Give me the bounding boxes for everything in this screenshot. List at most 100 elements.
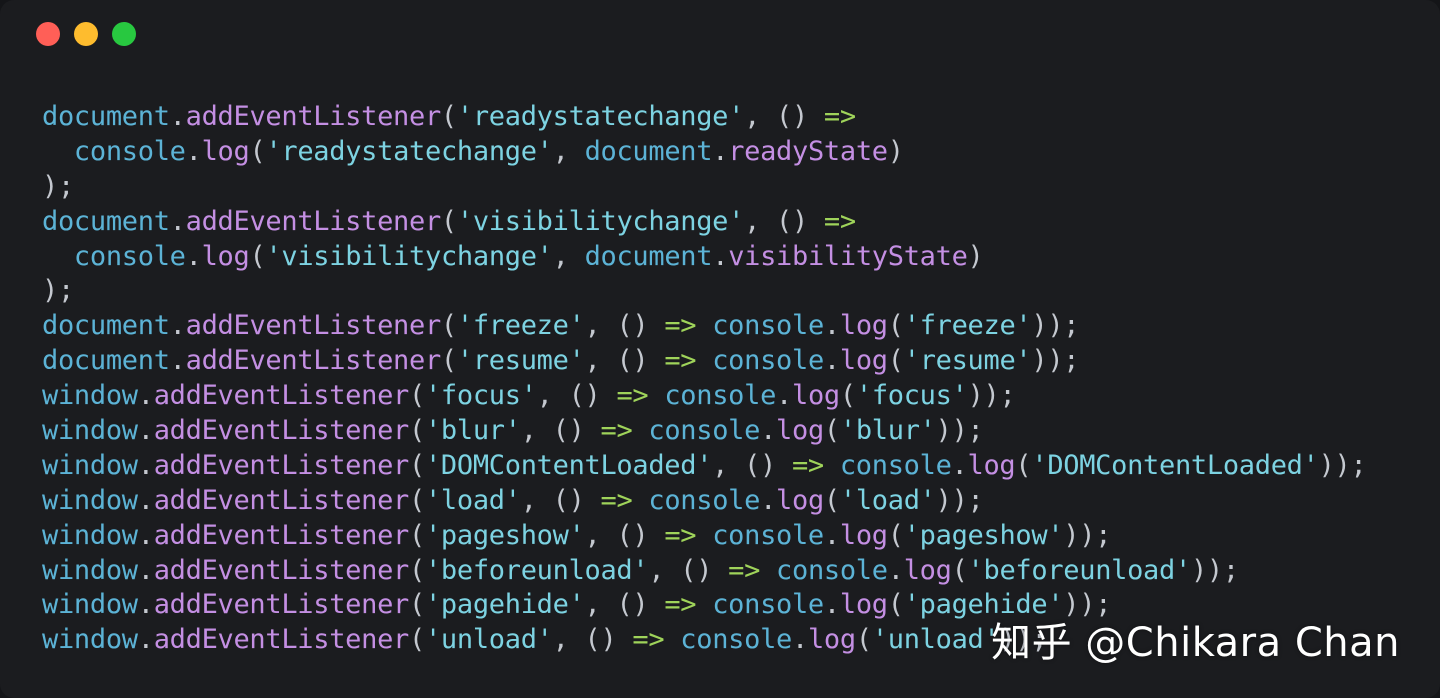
code-token-obj: window	[42, 484, 138, 516]
code-token-punc: (	[440, 310, 457, 342]
code-token-punc: , ()	[744, 101, 824, 132]
code-token-fn: log	[201, 240, 250, 272]
code-token-punc: ,	[552, 240, 585, 272]
code-token-fn: addEventListener	[185, 310, 442, 342]
code-token-punc: .	[137, 624, 154, 656]
code-line: window.addEventListener('load', () => co…	[42, 484, 1366, 519]
code-token-fn: addEventListener	[153, 484, 410, 516]
code-token-punc: .	[169, 205, 186, 237]
code-token-obj: console	[648, 415, 761, 447]
code-token-punc: )	[967, 240, 984, 272]
code-token-punc: .	[137, 449, 154, 481]
watermark: 知乎 @Chikara Chan	[991, 620, 1400, 666]
code-line: document.addEventListener('readystatecha…	[42, 100, 1366, 135]
code-token-str: 'visibilitychange'	[456, 205, 745, 237]
code-token-fn: log	[807, 624, 856, 656]
code-token-punc	[760, 555, 776, 586]
code-token-punc	[648, 380, 664, 411]
code-token-obj: console	[73, 240, 186, 272]
code-token-punc	[696, 589, 712, 620]
code-token-punc: (	[249, 135, 266, 167]
code-token-fn: addEventListener	[185, 345, 442, 377]
code-token-punc: .	[169, 345, 186, 377]
code-token-fn: addEventListener	[153, 449, 410, 481]
code-token-punc	[632, 485, 648, 516]
code-token-punc: (	[823, 484, 840, 516]
code-token-punc: .	[137, 589, 154, 621]
code-token-fn: log	[839, 519, 888, 551]
zoom-button[interactable]	[112, 22, 136, 46]
code-token-punc: ));	[1031, 310, 1080, 342]
code-token-obj: console	[712, 589, 824, 621]
code-token-punc: (	[887, 310, 904, 342]
code-token-punc: (	[1015, 449, 1032, 481]
code-token-arrow: =>	[632, 624, 665, 656]
code-line: window.addEventListener('blur', () => co…	[42, 414, 1366, 449]
minimize-button[interactable]	[74, 22, 98, 46]
code-token-arrow: =>	[600, 484, 633, 516]
code-token-obj: console	[680, 624, 792, 656]
code-line: window.addEventListener('DOMContentLoade…	[42, 449, 1367, 484]
code-token-punc: (	[409, 449, 425, 481]
code-token-punc: , ()	[584, 310, 665, 342]
code-token-punc: .	[137, 415, 154, 447]
code-token-punc: , ()	[584, 519, 665, 551]
code-token-fn: log	[839, 589, 888, 621]
code-token-fn: addEventListener	[185, 101, 442, 132]
code-token-punc: , ()	[584, 345, 665, 377]
code-line: document.addEventListener('visibilitycha…	[42, 205, 1366, 240]
code-token-str: 'load'	[424, 484, 521, 516]
code-token-obj: console	[712, 345, 824, 377]
code-token-punc: .	[185, 240, 202, 272]
code-token-punc	[824, 450, 840, 481]
code-token-arrow: =>	[823, 101, 856, 132]
code-token-fn: addEventListener	[153, 415, 410, 447]
code-token-punc: .	[776, 380, 793, 412]
code-token-str: 'blur'	[424, 415, 521, 447]
code-line: );	[42, 274, 1366, 309]
code-token-punc: (	[887, 345, 904, 377]
code-token-punc: (	[440, 345, 457, 377]
code-token-punc: (	[855, 624, 872, 656]
code-token-obj: window	[42, 589, 138, 621]
code-token-str: 'focus'	[424, 380, 537, 412]
code-token-obj: document	[42, 205, 170, 237]
code-token-punc: (	[839, 380, 856, 412]
code-token-str: 'focus'	[855, 380, 968, 412]
code-token-punc: .	[169, 310, 186, 342]
code-token-obj: console	[839, 449, 952, 481]
code-token-punc: .	[137, 519, 154, 551]
code-token-str: 'readystatechange'	[456, 101, 745, 132]
code-token-punc: , ()	[712, 449, 792, 481]
code-token-arrow: =>	[616, 380, 649, 412]
code-token-str: 'unload'	[424, 624, 553, 656]
code-line: window.addEventListener('focus', () => c…	[42, 379, 1366, 414]
code-token-punc: (	[887, 519, 904, 551]
code-token-punc: .	[951, 449, 968, 481]
code-token-punc: (	[409, 415, 425, 447]
code-line: console.log('visibilitychange', document…	[42, 240, 1366, 275]
code-token-punc: .	[712, 135, 729, 167]
code-token-punc: .	[792, 624, 808, 656]
code-token-obj: window	[42, 624, 138, 656]
code-token-fn: log	[967, 449, 1016, 481]
code-window: document.addEventListener('readystatecha…	[0, 0, 1440, 698]
code-token-obj: window	[42, 554, 138, 586]
code-token-punc: .	[169, 101, 186, 132]
close-button[interactable]	[36, 22, 60, 46]
code-token-obj: window	[42, 380, 138, 412]
code-token-punc: .	[823, 345, 840, 377]
code-token-fn: visibilityState	[728, 240, 968, 272]
code-token-punc: (	[409, 380, 425, 412]
code-token-str: 'DOMContentLoaded'	[1031, 449, 1319, 481]
code-token-punc	[632, 415, 648, 446]
code-token-punc	[696, 310, 712, 341]
code-token-arrow: =>	[823, 205, 856, 237]
code-token-obj: window	[42, 415, 138, 447]
code-token-str: 'pagehide'	[424, 589, 585, 621]
code-token-arrow: =>	[664, 345, 697, 377]
code-token-str: 'visibilitychange'	[265, 240, 553, 272]
code-token-arrow: =>	[664, 519, 697, 551]
code-token-punc: ));	[1063, 519, 1112, 551]
code-token-obj: console	[776, 554, 888, 586]
